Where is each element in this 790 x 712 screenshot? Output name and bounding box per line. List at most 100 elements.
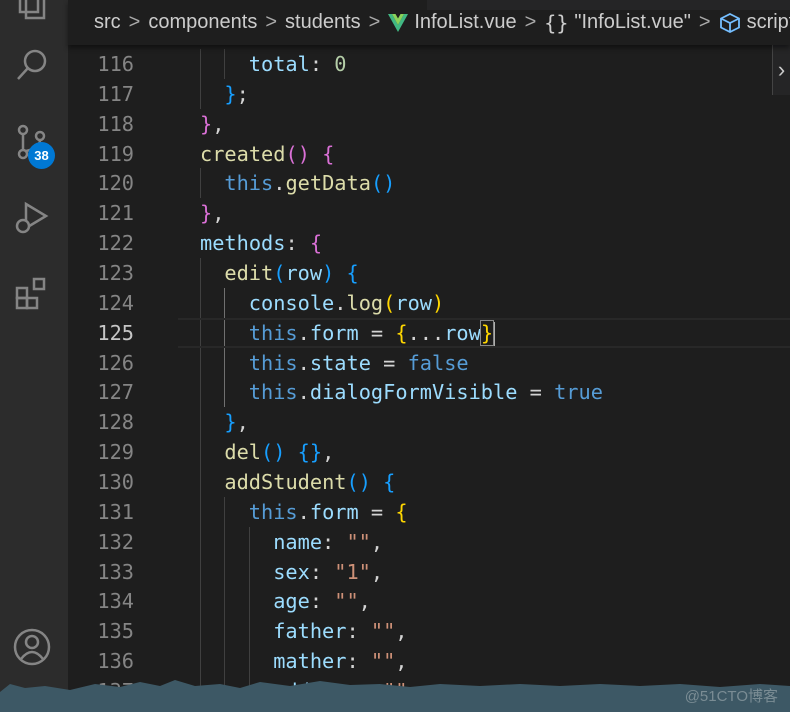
code-text: addStudent() { [224, 467, 395, 497]
code-token: name [273, 529, 323, 554]
extensions-icon[interactable] [10, 272, 54, 316]
explorer-icon[interactable] [10, 0, 54, 26]
code-token: , [358, 589, 371, 614]
search-icon[interactable] [10, 43, 54, 87]
line-number: 127 [97, 380, 134, 405]
code-text: name: "", [273, 527, 383, 557]
code-text: }, [224, 407, 248, 437]
code-token: , [395, 619, 408, 644]
line-number: 118 [97, 111, 134, 136]
code-line[interactable]: 122 methods: { [68, 228, 790, 258]
code-line[interactable]: 116 total: 0 [68, 49, 790, 79]
code-line[interactable]: 135 father: "", [68, 616, 790, 646]
code-line[interactable]: 124 console.log(row) [68, 288, 790, 318]
code-line[interactable]: 129 del() {}, [68, 437, 790, 467]
code-line[interactable]: 133 sex: "1", [68, 557, 790, 587]
breadcrumb-separator: > [698, 11, 711, 33]
code-token: false [407, 350, 469, 375]
code-text: father: "", [273, 616, 407, 646]
line-number: 119 [97, 141, 134, 166]
run-debug-icon[interactable] [10, 196, 54, 240]
code-token: {} [297, 440, 323, 465]
accounts-icon[interactable] [10, 625, 54, 669]
code-token: dialogFormVisible [309, 380, 518, 405]
code-line[interactable]: 118}, [68, 109, 790, 139]
code-line[interactable]: 117}; [68, 79, 790, 109]
code-text: }, [200, 109, 224, 139]
code-token: } [200, 201, 213, 226]
line-number: 125 [97, 320, 134, 345]
line-number: 121 [97, 201, 134, 226]
code-line[interactable]: 131 this.form = { [68, 497, 790, 527]
code-token: () [285, 141, 310, 166]
code-token: , [370, 559, 384, 584]
code-token: this [224, 171, 274, 196]
code-token: = [358, 499, 396, 524]
code-token: mather [273, 649, 347, 674]
breadcrumb-module[interactable]: {} "InfoList.vue" [544, 11, 691, 35]
code-token: () [370, 171, 396, 196]
code-token: { [346, 261, 359, 286]
code-text: total: 0 [249, 49, 347, 79]
breadcrumb-components[interactable]: components [148, 11, 257, 34]
code-text: this.dialogFormVisible = true [249, 377, 603, 407]
code-line[interactable]: 128}, [68, 407, 790, 437]
code-line[interactable]: 134 age: "", [68, 586, 790, 616]
breadcrumb-file[interactable]: InfoList.vue [388, 11, 517, 34]
code-token: "" [334, 589, 359, 614]
line-number: 135 [97, 619, 134, 644]
active-tab[interactable] [287, 0, 427, 10]
code-token: . [273, 171, 286, 196]
code-token: ) [432, 290, 445, 315]
code-line[interactable]: 132 name: "", [68, 527, 790, 557]
code-token: addStudent [224, 470, 347, 495]
line-number: 126 [97, 350, 134, 375]
code-token: methods [200, 231, 286, 256]
line-number: 128 [97, 410, 134, 435]
code-token: 0 [334, 52, 347, 76]
code-line[interactable]: 123 edit(row) { [68, 258, 790, 288]
code-line[interactable]: 126 this.state = false [68, 348, 790, 378]
code-line[interactable]: 121}, [68, 198, 790, 228]
breadcrumb-src[interactable]: src [94, 11, 121, 34]
breadcrumb-separator: > [265, 11, 278, 33]
code-token: } [479, 319, 495, 346]
code-token: this [248, 499, 298, 524]
code-editor[interactable]: 116 total: 0 117}; 118}, 119 created() {120th… [68, 49, 790, 712]
code-token: ) [322, 261, 335, 286]
expand-panel-button[interactable]: › [772, 45, 790, 95]
line-number: 134 [97, 589, 134, 614]
code-line[interactable]: 119 created() { [68, 139, 790, 169]
line-number: 122 [97, 231, 134, 256]
torn-edge-overlay [0, 680, 790, 712]
code-line[interactable]: 120 this.getData() [68, 168, 790, 198]
code-token: form [309, 320, 359, 345]
breadcrumb-separator: > [368, 11, 381, 33]
code-token: sex [273, 559, 310, 584]
code-token: edit [224, 261, 274, 286]
code-token: } [200, 111, 213, 136]
breadcrumb-file-label: InfoList.vue [414, 11, 517, 33]
breadcrumb-separator: > [128, 11, 141, 33]
code-line[interactable]: 125 this.form = {...row} [68, 317, 790, 348]
breadcrumb-students[interactable]: students [285, 11, 361, 34]
line-number: 132 [97, 529, 134, 554]
code-token: } [224, 81, 237, 106]
code-token: "" [346, 529, 371, 554]
code-text: this.getData() [224, 168, 395, 198]
code-text: sex: "1", [273, 557, 383, 587]
code-token: log [346, 290, 384, 315]
code-text: age: "", [273, 586, 371, 616]
code-line[interactable]: 127 this.dialogFormVisible = true [68, 377, 790, 407]
line-number: 133 [97, 559, 134, 584]
code-token: . [297, 380, 310, 405]
code-token: = [517, 380, 555, 405]
code-token: state [309, 350, 371, 375]
code-token: father [273, 619, 347, 644]
code-token: total [248, 52, 310, 76]
breadcrumb-script[interactable]: script [719, 11, 790, 34]
code-line[interactable]: 130 addStudent() { [68, 467, 790, 497]
code-text: del() {}, [224, 437, 334, 467]
